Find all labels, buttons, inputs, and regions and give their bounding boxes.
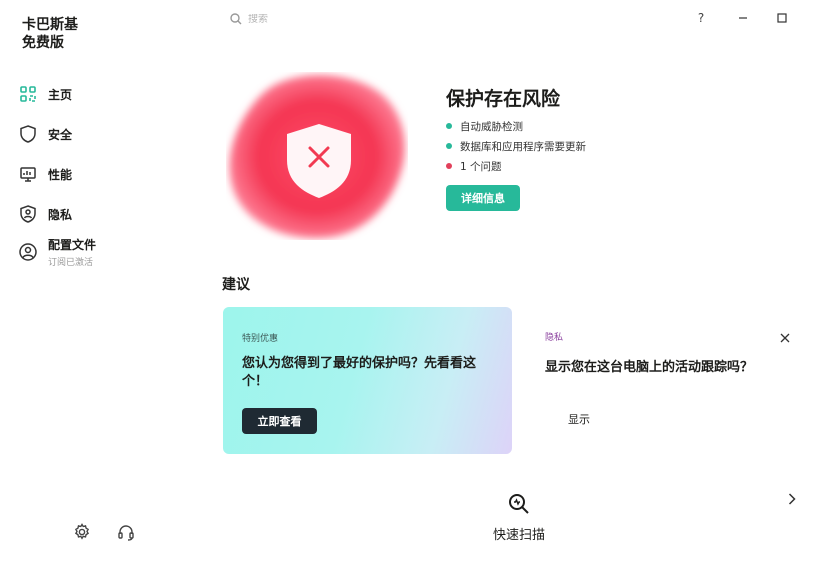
view-now-button[interactable]: 立即查看 xyxy=(242,408,317,434)
performance-icon xyxy=(18,164,38,184)
sidebar-item-performance[interactable]: 性能 xyxy=(18,154,198,194)
sidebar-item-home[interactable]: 主页 xyxy=(18,74,198,114)
support-headset-icon[interactable] xyxy=(116,522,136,542)
sidebar-footer xyxy=(72,522,136,542)
sidebar-item-security[interactable]: 安全 xyxy=(18,114,198,154)
quick-scan-button[interactable]: 快速扫描 xyxy=(486,492,552,543)
privacy-text: 显示您在这台电脑上的活动跟踪吗？ xyxy=(545,360,754,375)
status-text: 数据库和应用程序需要更新 xyxy=(460,140,586,153)
scan-icon xyxy=(507,492,531,516)
special-offer-card[interactable]: 特别优惠 您认为您得到了最好的保护吗？先看看这个！ 立即查看 xyxy=(223,307,512,454)
sidebar-item-privacy[interactable]: 隐私 xyxy=(18,194,198,234)
settings-icon[interactable] xyxy=(72,522,92,542)
promo-text: 您认为您得到了最好的保护吗？先看看这个！ xyxy=(242,356,477,389)
sidebar-item-label: 主页 xyxy=(48,87,73,102)
brand-name: 卡巴斯基 xyxy=(22,17,78,33)
sidebar-item-label: 配置文件 xyxy=(48,238,97,252)
maximize-icon xyxy=(777,13,787,23)
sidebar-item-profile[interactable]: 配置文件 订阅已激活 xyxy=(18,234,198,270)
chevron-right-icon[interactable] xyxy=(784,489,800,509)
sidebar-item-label: 隐私 xyxy=(48,207,73,222)
status-text: 1 个问题 xyxy=(460,160,502,173)
app-brand: 卡巴斯基 免费版 xyxy=(22,16,78,52)
status-issue-dot xyxy=(446,163,452,169)
search-bar xyxy=(230,10,448,28)
search-icon xyxy=(230,10,242,29)
status-item: 数据库和应用程序需要更新 xyxy=(446,136,586,156)
sidebar-item-label: 性能 xyxy=(48,167,73,182)
quick-scan-label: 快速扫描 xyxy=(492,528,545,543)
shield-icon xyxy=(18,124,38,144)
search-input[interactable] xyxy=(248,13,448,25)
minimize-button[interactable] xyxy=(732,8,754,28)
brand-edition: 免费版 xyxy=(22,35,64,51)
status-ok-dot xyxy=(446,143,452,149)
privacy-icon xyxy=(18,204,38,224)
maximize-button[interactable] xyxy=(771,8,793,28)
protection-status-title: 保护存在风险 xyxy=(446,88,561,110)
subscription-status: 订阅已激活 xyxy=(48,258,94,268)
help-button[interactable]: ? xyxy=(690,8,712,28)
promo-tag: 特别优惠 xyxy=(242,334,279,344)
sidebar-item-label: 安全 xyxy=(48,127,73,142)
status-ok-dot xyxy=(446,123,452,129)
status-item: 1 个问题 xyxy=(446,156,586,176)
minimize-icon xyxy=(739,17,747,19)
sidebar-nav: 主页 安全 性能 隐私 配置文件 订阅已激活 xyxy=(18,74,198,270)
recommendations-title: 建议 xyxy=(222,277,250,293)
home-icon xyxy=(18,84,38,104)
details-button[interactable]: 详细信息 xyxy=(446,185,520,211)
profile-icon xyxy=(18,242,38,262)
status-text: 自动威胁检测 xyxy=(460,120,523,133)
protection-status-list: 自动威胁检测 数据库和应用程序需要更新 1 个问题 xyxy=(446,116,586,176)
protection-status-graphic xyxy=(226,72,408,240)
status-item: 自动威胁检测 xyxy=(446,116,586,136)
show-button[interactable]: 显示 xyxy=(558,411,600,427)
privacy-tag: 隐私 xyxy=(545,333,564,343)
close-icon[interactable] xyxy=(777,330,793,346)
